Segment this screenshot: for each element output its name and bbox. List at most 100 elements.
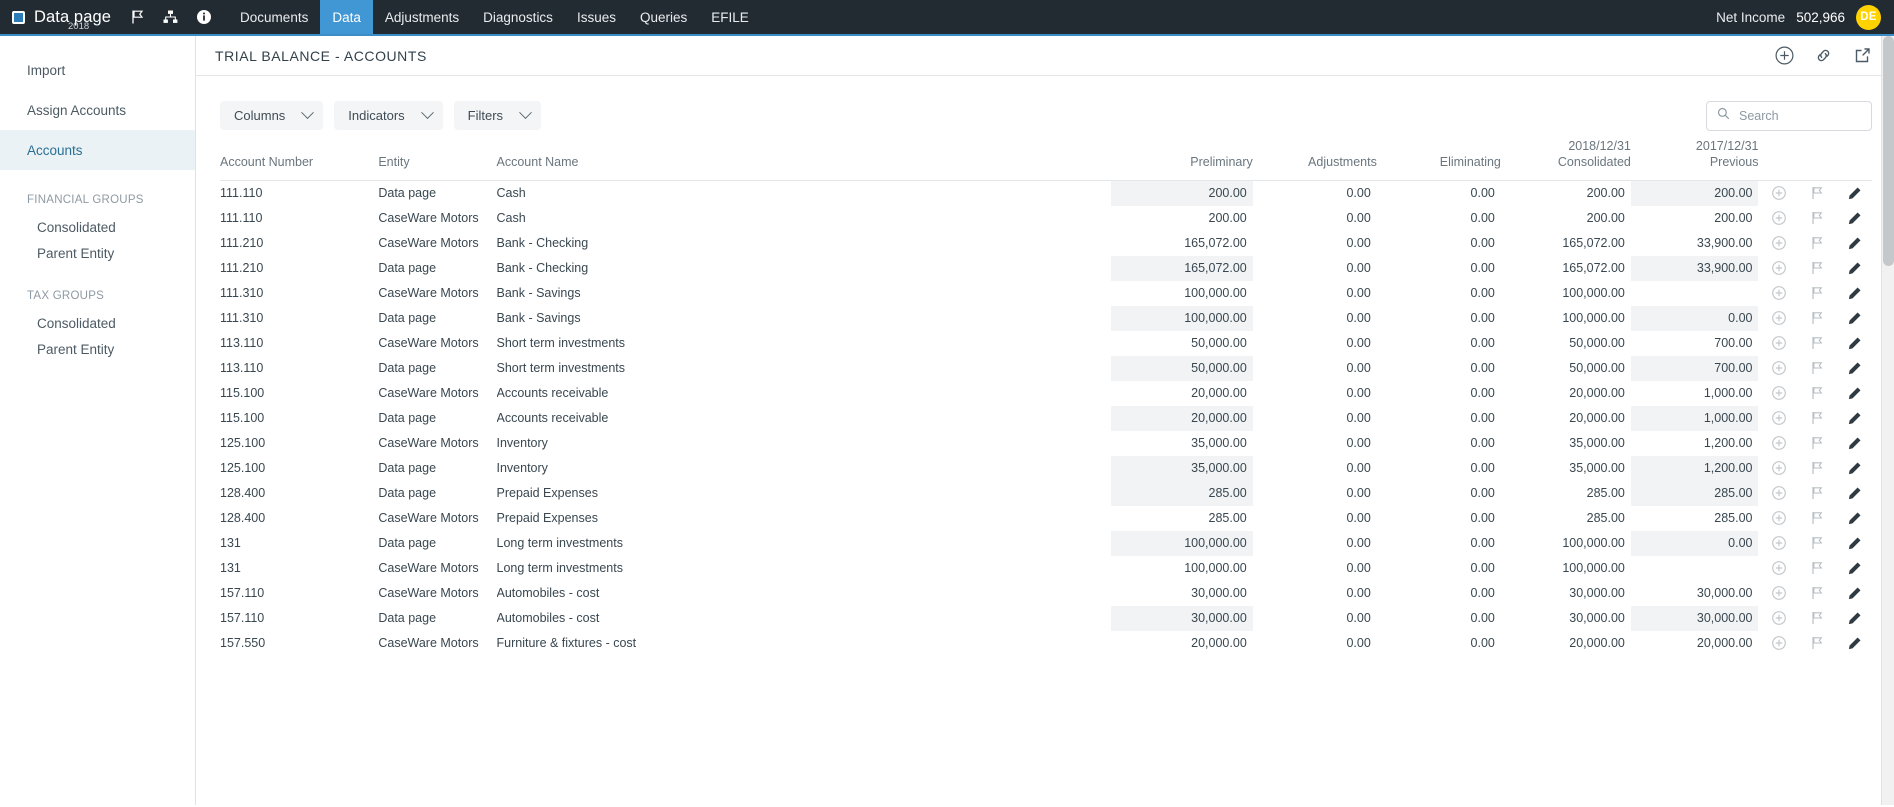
row-edit-pencil-icon[interactable]: [1836, 406, 1872, 431]
row-edit-pencil-icon[interactable]: [1836, 231, 1872, 256]
row-add-circle-icon[interactable]: [1758, 531, 1798, 556]
table-row[interactable]: 111.310Data pageBank - Savings100,000.00…: [220, 306, 1872, 331]
scrollbar-thumb[interactable]: [1883, 36, 1894, 266]
row-add-circle-icon[interactable]: [1758, 456, 1798, 481]
table-row[interactable]: 157.110Data pageAutomobiles - cost30,000…: [220, 606, 1872, 631]
row-add-circle-icon[interactable]: [1758, 431, 1798, 456]
row-flag-icon[interactable]: [1799, 631, 1837, 656]
table-row[interactable]: 111.310CaseWare MotorsBank - Savings100,…: [220, 281, 1872, 306]
hierarchy-icon[interactable]: [154, 0, 187, 34]
nav-link-documents[interactable]: Documents: [228, 0, 320, 34]
column-header-entity[interactable]: Entity: [378, 138, 496, 181]
row-flag-icon[interactable]: [1799, 606, 1837, 631]
row-add-circle-icon[interactable]: [1758, 581, 1798, 606]
info-icon[interactable]: [187, 0, 220, 34]
sidebar-item-accounts[interactable]: Accounts: [0, 130, 195, 170]
column-header-consolidated[interactable]: 2018/12/31 Consolidated: [1501, 138, 1631, 181]
row-flag-icon[interactable]: [1799, 556, 1837, 581]
row-edit-pencil-icon[interactable]: [1836, 356, 1872, 381]
table-row[interactable]: 113.110Data pageShort term investments50…: [220, 356, 1872, 381]
row-add-circle-icon[interactable]: [1758, 481, 1798, 506]
row-edit-pencil-icon[interactable]: [1836, 581, 1872, 606]
sidebar-item-assign-accounts[interactable]: Assign Accounts: [0, 90, 195, 130]
row-flag-icon[interactable]: [1799, 281, 1837, 306]
external-link-icon[interactable]: [1853, 46, 1872, 65]
row-flag-icon[interactable]: [1799, 231, 1837, 256]
row-edit-pencil-icon[interactable]: [1836, 306, 1872, 331]
sidebar-item-tax-parent-entity[interactable]: Parent Entity: [0, 336, 195, 362]
row-flag-icon[interactable]: [1799, 331, 1837, 356]
row-edit-pencil-icon[interactable]: [1836, 256, 1872, 281]
row-edit-pencil-icon[interactable]: [1836, 631, 1872, 656]
row-edit-pencil-icon[interactable]: [1836, 456, 1872, 481]
row-flag-icon[interactable]: [1799, 306, 1837, 331]
row-flag-icon[interactable]: [1799, 431, 1837, 456]
columns-button[interactable]: Columns: [220, 101, 323, 130]
filters-button[interactable]: Filters: [454, 101, 541, 130]
row-add-circle-icon[interactable]: [1758, 331, 1798, 356]
column-header-eliminating[interactable]: Eliminating: [1377, 138, 1501, 181]
table-row[interactable]: 157.550CaseWare MotorsFurniture & fixtur…: [220, 631, 1872, 656]
row-flag-icon[interactable]: [1799, 406, 1837, 431]
nav-link-efile[interactable]: EFILE: [699, 0, 761, 34]
column-header-account-number[interactable]: Account Number: [220, 138, 378, 181]
row-add-circle-icon[interactable]: [1758, 406, 1798, 431]
row-edit-pencil-icon[interactable]: [1836, 181, 1872, 206]
row-edit-pencil-icon[interactable]: [1836, 206, 1872, 231]
row-edit-pencil-icon[interactable]: [1836, 431, 1872, 456]
table-row[interactable]: 111.110CaseWare MotorsCash200.000.000.00…: [220, 206, 1872, 231]
row-flag-icon[interactable]: [1799, 506, 1837, 531]
row-flag-icon[interactable]: [1799, 531, 1837, 556]
row-edit-pencil-icon[interactable]: [1836, 281, 1872, 306]
row-flag-icon[interactable]: [1799, 381, 1837, 406]
table-row[interactable]: 125.100CaseWare MotorsInventory35,000.00…: [220, 431, 1872, 456]
add-circle-icon[interactable]: [1775, 46, 1794, 65]
sidebar-item-financial-consolidated[interactable]: Consolidated: [0, 214, 195, 240]
accounts-table-container[interactable]: Account Number Entity Account Name Preli…: [196, 138, 1894, 805]
app-brand[interactable]: Data page 2018: [0, 0, 121, 34]
row-flag-icon[interactable]: [1799, 481, 1837, 506]
row-flag-icon[interactable]: [1799, 206, 1837, 231]
row-edit-pencil-icon[interactable]: [1836, 331, 1872, 356]
table-row[interactable]: 131Data pageLong term investments100,000…: [220, 531, 1872, 556]
row-flag-icon[interactable]: [1799, 456, 1837, 481]
nav-link-diagnostics[interactable]: Diagnostics: [471, 0, 565, 34]
row-add-circle-icon[interactable]: [1758, 256, 1798, 281]
indicators-button[interactable]: Indicators: [334, 101, 442, 130]
table-row[interactable]: 128.400Data pagePrepaid Expenses285.000.…: [220, 481, 1872, 506]
table-row[interactable]: 115.100Data pageAccounts receivable20,00…: [220, 406, 1872, 431]
table-row[interactable]: 113.110CaseWare MotorsShort term investm…: [220, 331, 1872, 356]
row-edit-pencil-icon[interactable]: [1836, 606, 1872, 631]
column-header-preliminary[interactable]: Preliminary: [1111, 138, 1253, 181]
table-row[interactable]: 111.210Data pageBank - Checking165,072.0…: [220, 256, 1872, 281]
row-add-circle-icon[interactable]: [1758, 181, 1798, 206]
table-row[interactable]: 111.210CaseWare MotorsBank - Checking165…: [220, 231, 1872, 256]
column-header-account-name[interactable]: Account Name: [497, 138, 1111, 181]
row-edit-pencil-icon[interactable]: [1836, 481, 1872, 506]
sidebar-item-financial-parent-entity[interactable]: Parent Entity: [0, 240, 195, 266]
search-box[interactable]: [1706, 101, 1872, 131]
row-add-circle-icon[interactable]: [1758, 281, 1798, 306]
nav-link-issues[interactable]: Issues: [565, 0, 628, 34]
table-row[interactable]: 111.110Data pageCash200.000.000.00200.00…: [220, 181, 1872, 206]
row-add-circle-icon[interactable]: [1758, 356, 1798, 381]
sidebar-item-import[interactable]: Import: [0, 50, 195, 90]
row-flag-icon[interactable]: [1799, 581, 1837, 606]
table-row[interactable]: 157.110CaseWare MotorsAutomobiles - cost…: [220, 581, 1872, 606]
row-flag-icon[interactable]: [1799, 181, 1837, 206]
nav-link-queries[interactable]: Queries: [628, 0, 699, 34]
row-edit-pencil-icon[interactable]: [1836, 381, 1872, 406]
nav-link-data[interactable]: Data: [320, 0, 373, 34]
row-edit-pencil-icon[interactable]: [1836, 556, 1872, 581]
nav-link-adjustments[interactable]: Adjustments: [373, 0, 471, 34]
row-add-circle-icon[interactable]: [1758, 556, 1798, 581]
vertical-scrollbar[interactable]: [1881, 36, 1894, 805]
row-flag-icon[interactable]: [1799, 256, 1837, 281]
table-row[interactable]: 131CaseWare MotorsLong term investments1…: [220, 556, 1872, 581]
avatar[interactable]: DE: [1856, 5, 1881, 30]
row-add-circle-icon[interactable]: [1758, 306, 1798, 331]
row-add-circle-icon[interactable]: [1758, 381, 1798, 406]
row-add-circle-icon[interactable]: [1758, 231, 1798, 256]
table-row[interactable]: 128.400CaseWare MotorsPrepaid Expenses28…: [220, 506, 1872, 531]
search-input[interactable]: [1739, 109, 1863, 123]
